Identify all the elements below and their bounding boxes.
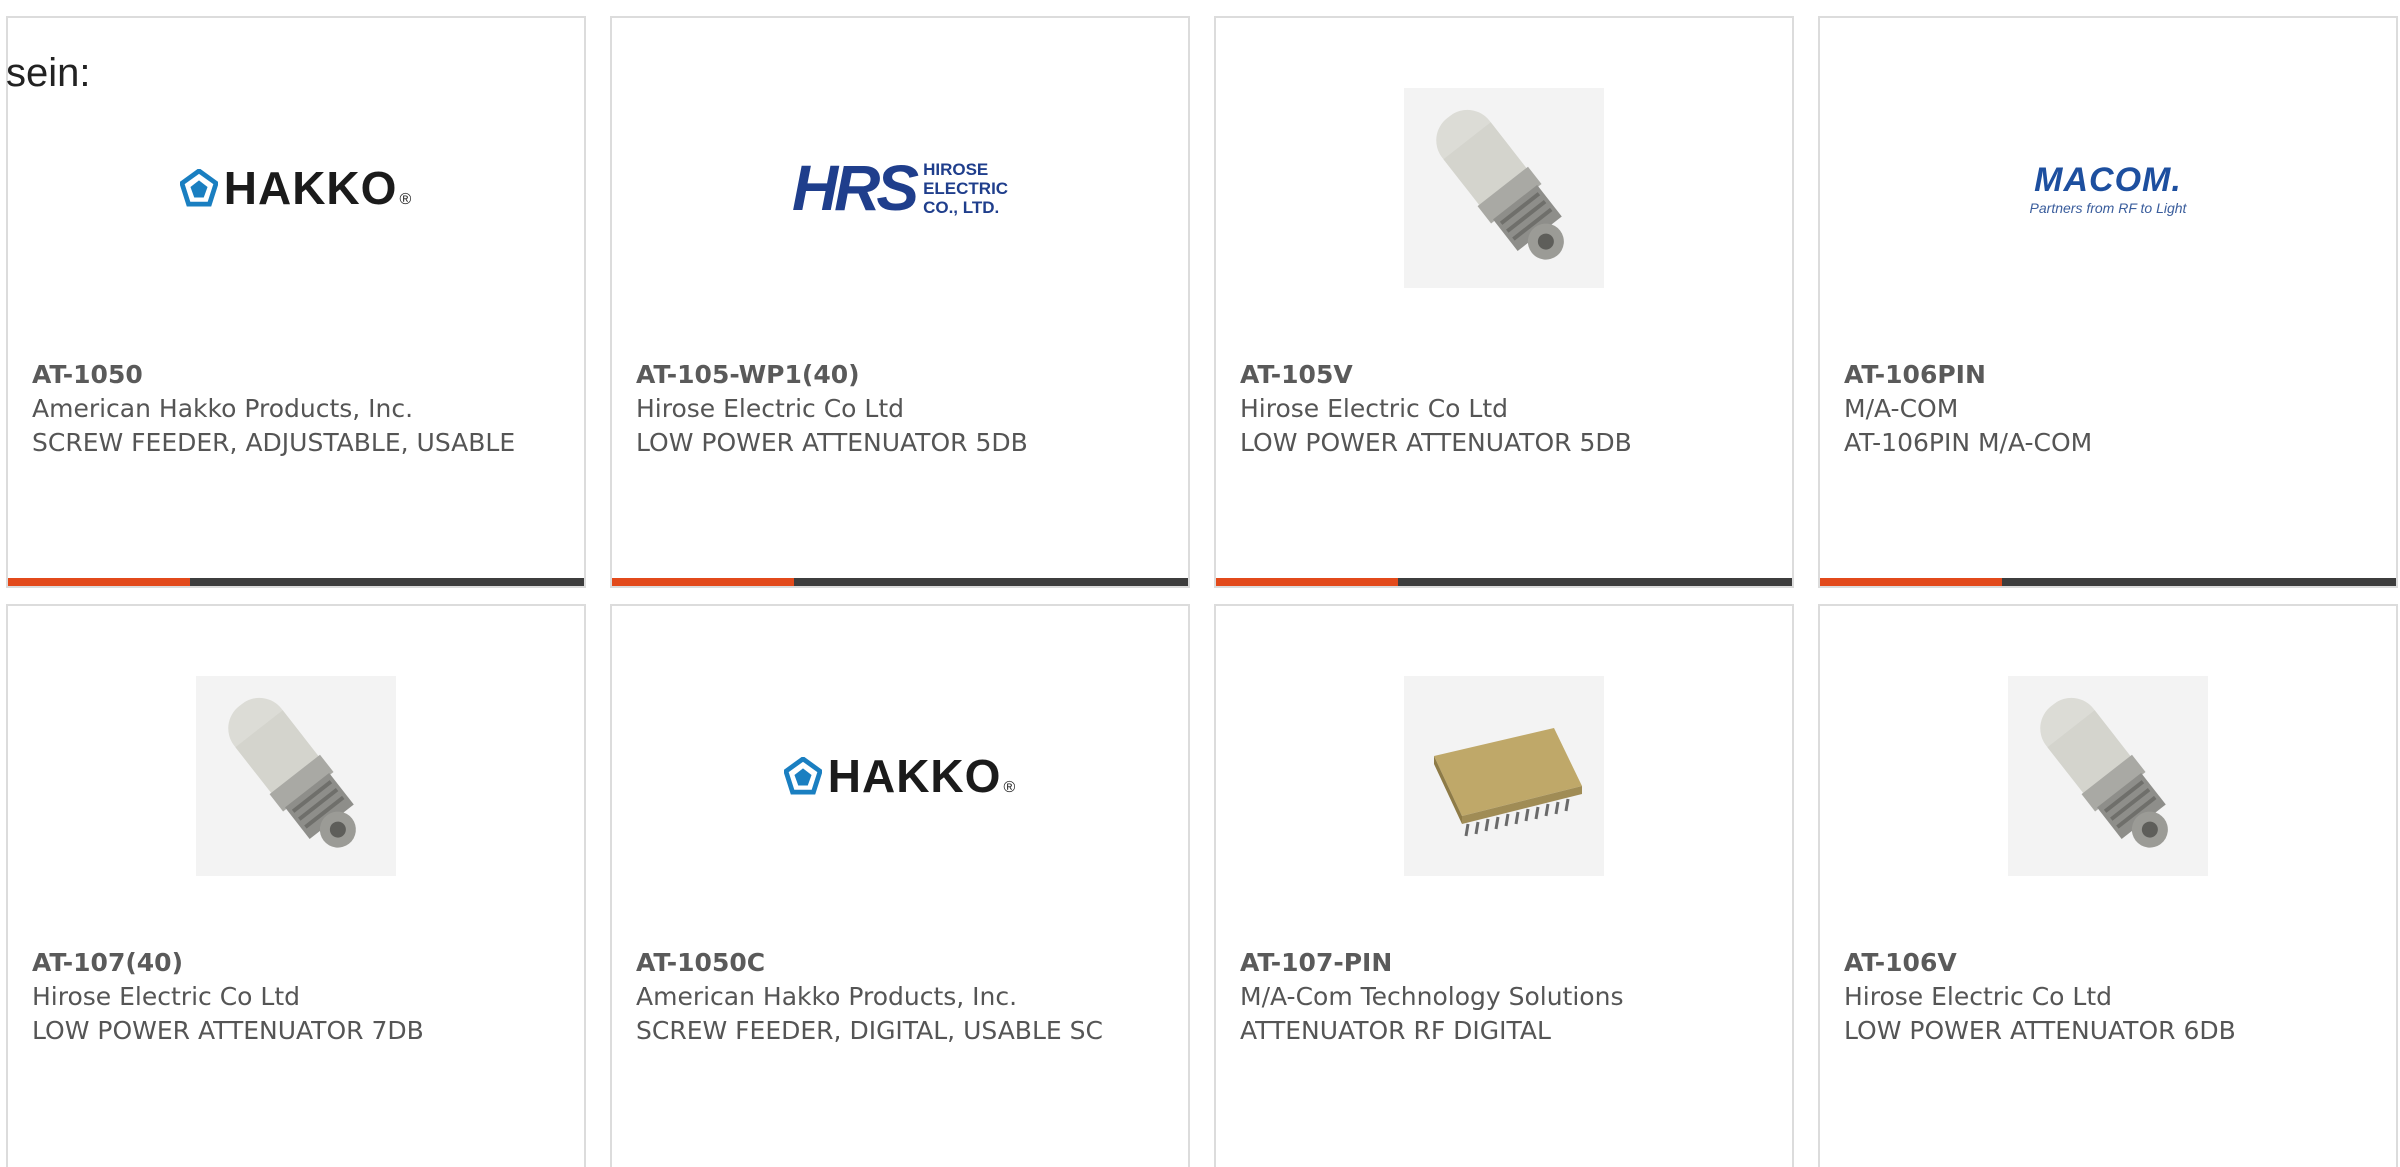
product-info: AT-1050 American Hakko Products, Inc. SC… [32,358,560,460]
macom-tagline: Partners from RF to Light [2029,199,2187,216]
hrs-wordmark: HRS [791,152,919,224]
attenuator-photo [2008,676,2208,876]
description: SCREW FEEDER, ADJUSTABLE, USABLE [32,428,516,457]
product-card[interactable]: HRS HIROSE ELECTRIC CO., LTD. AT-105-WP1… [610,16,1190,588]
page: HAKKO ® AT-1050 American Hakko Products,… [0,0,2400,1167]
hakko-logo: HAKKO ® [179,161,413,215]
part-number[interactable]: AT-106PIN [1844,358,2372,392]
card-bottom-stripe [8,578,584,586]
card-bottom-stripe [1216,578,1792,586]
attenuator-photo [1404,88,1604,288]
attenuator-photo [196,676,396,876]
description: LOW POWER ATTENUATOR 5DB [636,428,1028,457]
product-info: AT-105V Hirose Electric Co Ltd LOW POWER… [1240,358,1768,460]
description: AT-106PIN M/A-COM [1844,428,2093,457]
part-number[interactable]: AT-1050 [32,358,560,392]
intro-text: sein: [6,51,91,95]
description: SCREW FEEDER, DIGITAL, USABLE SC [636,1016,1103,1045]
manufacturer: Hirose Electric Co Ltd [1844,982,2113,1011]
part-number[interactable]: AT-105-WP1(40) [636,358,1164,392]
product-card[interactable]: MACOM. Partners from RF to Light AT-106P… [1818,16,2398,588]
chip-photo [1404,676,1604,876]
macom-wordmark: MACOM. [2034,160,2182,199]
part-number[interactable]: AT-1050C [636,946,1164,980]
product-info: AT-105-WP1(40) Hirose Electric Co Ltd LO… [636,358,1164,460]
product-card[interactable]: AT-107(40) Hirose Electric Co Ltd LOW PO… [6,604,586,1167]
manufacturer: Hirose Electric Co Ltd [32,982,301,1011]
product-image[interactable]: HRS HIROSE ELECTRIC CO., LTD. [792,88,1008,288]
product-card[interactable]: HAKKO ® AT-1050 American Hakko Products,… [6,16,586,588]
product-image[interactable] [1404,88,1604,288]
product-image[interactable] [196,676,396,876]
hrs-logo: HRS HIROSE ELECTRIC CO., LTD. [792,151,1008,225]
stripe-accent [1820,578,2002,586]
manufacturer: M/A-Com Technology Solutions [1240,982,1624,1011]
description: LOW POWER ATTENUATOR 7DB [32,1016,424,1045]
product-info: AT-106PIN M/A-COM AT-106PIN M/A-COM [1844,358,2372,460]
product-image[interactable] [1404,676,1604,876]
part-number[interactable]: AT-106V [1844,946,2372,980]
product-card[interactable]: HAKKO ® AT-1050C American Hakko Products… [610,604,1190,1167]
product-image[interactable]: HAKKO ® [179,88,411,288]
product-image[interactable] [2008,676,2208,876]
macom-logo: MACOM. Partners from RF to Light [2030,161,2187,216]
registered-mark: ® [1003,779,1017,796]
product-info: AT-1050C American Hakko Products, Inc. S… [636,946,1164,1048]
product-grid: HAKKO ® AT-1050 American Hakko Products,… [6,16,2400,1167]
product-card[interactable]: AT-105V Hirose Electric Co Ltd LOW POWER… [1214,16,1794,588]
manufacturer: M/A-COM [1844,394,1959,423]
stripe-accent [612,578,794,586]
card-bottom-stripe [1820,578,2396,586]
part-number[interactable]: AT-105V [1240,358,1768,392]
description: LOW POWER ATTENUATOR 5DB [1240,428,1632,457]
description: LOW POWER ATTENUATOR 6DB [1844,1016,2236,1045]
hakko-wordmark: HAKKO [223,162,398,214]
product-image[interactable]: MACOM. Partners from RF to Light [2008,88,2208,288]
manufacturer: Hirose Electric Co Ltd [1240,394,1509,423]
registered-mark: ® [399,191,413,208]
product-info: AT-106V Hirose Electric Co Ltd LOW POWER… [1844,946,2372,1048]
product-info: AT-107-PIN M/A-Com Technology Solutions … [1240,946,1768,1048]
card-bottom-stripe [612,578,1188,586]
manufacturer: Hirose Electric Co Ltd [636,394,905,423]
hrs-company-name: HIROSE ELECTRIC CO., LTD. [923,159,1009,217]
hakko-pentagon-icon [783,757,822,795]
stripe-accent [1216,578,1398,586]
product-info: AT-107(40) Hirose Electric Co Ltd LOW PO… [32,946,560,1048]
description: ATTENUATOR RF DIGITAL [1240,1016,1551,1045]
product-image[interactable]: HAKKO ® [783,676,1015,876]
manufacturer: American Hakko Products, Inc. [32,394,414,423]
hakko-wordmark: HAKKO [827,750,1002,802]
part-number[interactable]: AT-107(40) [32,946,560,980]
product-card[interactable]: AT-107-PIN M/A-Com Technology Solutions … [1214,604,1794,1167]
stripe-accent [8,578,190,586]
product-card[interactable]: AT-106V Hirose Electric Co Ltd LOW POWER… [1818,604,2398,1167]
part-number[interactable]: AT-107-PIN [1240,946,1768,980]
manufacturer: American Hakko Products, Inc. [636,982,1018,1011]
hakko-pentagon-icon [179,169,218,207]
hakko-logo: HAKKO ® [783,749,1017,803]
